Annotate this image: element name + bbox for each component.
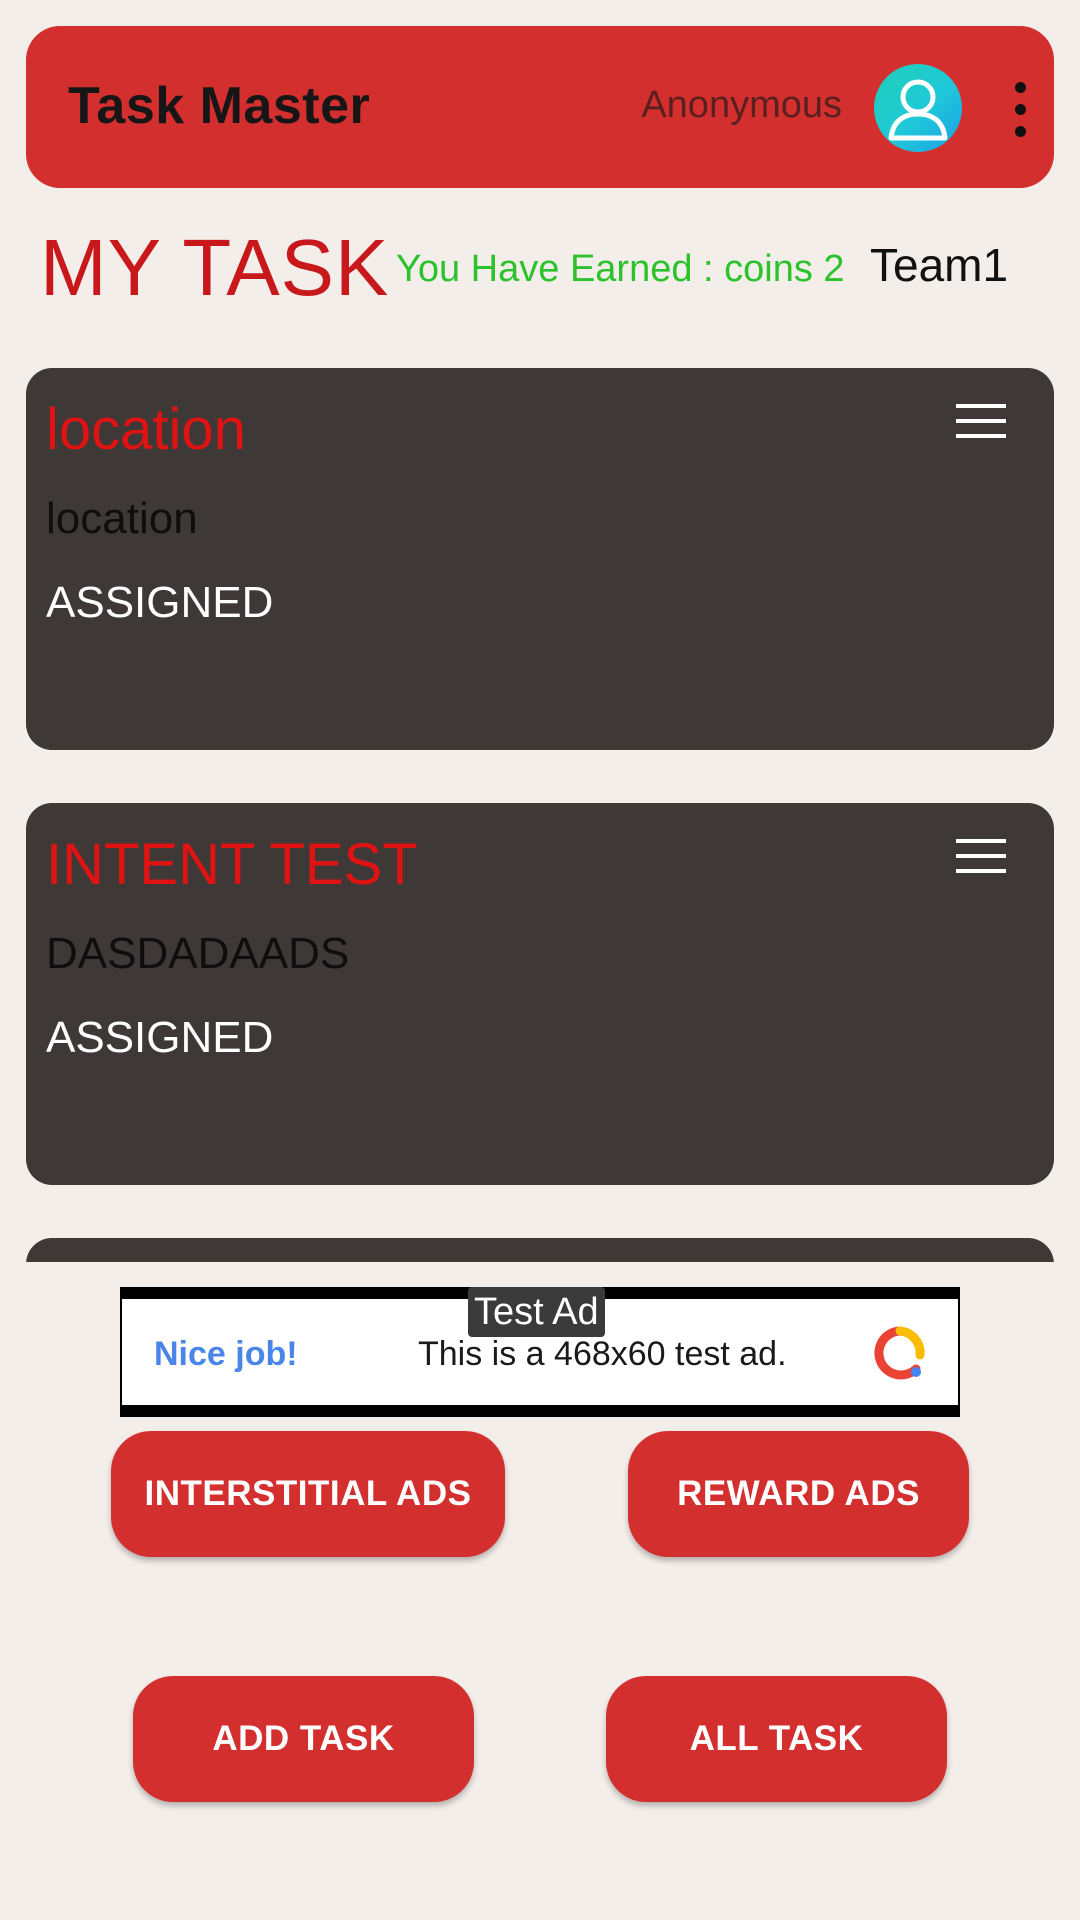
task-status: ASSIGNED xyxy=(46,1013,274,1062)
ad-headline: Nice job! xyxy=(154,1335,298,1373)
add-task-button[interactable]: ADD TASK xyxy=(133,1676,474,1802)
hamburger-menu-icon[interactable] xyxy=(956,404,1006,438)
all-task-button[interactable]: ALL TASK xyxy=(606,1676,947,1802)
task-title: location xyxy=(46,397,246,462)
task-title: INTENT TEST xyxy=(46,832,418,897)
test-ad-label: Test Ad xyxy=(468,1287,605,1337)
task-description: DASDADAADS xyxy=(46,929,350,978)
task-description: location xyxy=(46,494,198,543)
task-card[interactable]: location location ASSIGNED xyxy=(26,368,1054,750)
task-list[interactable]: location location ASSIGNED INTENT TEST D… xyxy=(0,0,1080,1262)
task-card-partial[interactable] xyxy=(26,1238,1054,1262)
hamburger-menu-icon[interactable] xyxy=(956,839,1006,873)
reward-ads-button[interactable]: REWARD ADS xyxy=(628,1431,969,1557)
interstitial-ads-button[interactable]: INTERSTITIAL ADS xyxy=(111,1431,505,1557)
task-status: ASSIGNED xyxy=(46,578,274,627)
ad-text: This is a 468x60 test ad. xyxy=(418,1335,787,1373)
admob-logo-icon xyxy=(874,1326,925,1380)
task-card[interactable]: INTENT TEST DASDADAADS ASSIGNED xyxy=(26,803,1054,1185)
